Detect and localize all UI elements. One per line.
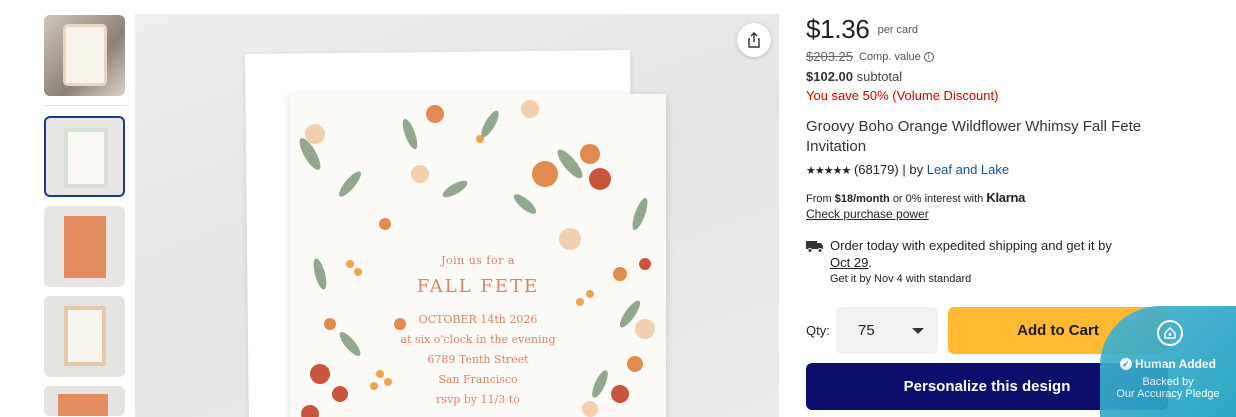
thumbnail-2[interactable] (44, 116, 125, 197)
savings-text: You save 50% (Volume Discount) (806, 88, 999, 103)
financing-amount: $18/month (834, 193, 890, 205)
invitation-card: Join us for a FALL FETE OCTOBER 14th 202… (290, 94, 666, 417)
thumbnail-strip (44, 15, 127, 417)
product-info: $1.36 per card $203.25 Comp. value i $10… (806, 14, 1226, 285)
rating-row: ★★★★★ (68179) | by Leaf and Lake (806, 162, 1226, 177)
invitation-line: 6789 Tenth Street (427, 353, 529, 366)
subtotal-price: $102.00 (806, 69, 853, 84)
comp-label: Comp. value (859, 50, 921, 63)
shipping-message: Order today with expedited shipping and … (830, 238, 1112, 253)
house-icon (1157, 320, 1183, 346)
qty-label: Qty: (806, 323, 830, 338)
by-label: | by (902, 162, 924, 177)
product-page: Join us for a FALL FETE OCTOBER 14th 202… (0, 0, 1236, 417)
quantity-row: Qty: 75 (806, 307, 938, 354)
share-button[interactable] (737, 23, 771, 57)
klarna-logo: Klarna (986, 190, 1026, 205)
shipping-period: . (868, 255, 872, 270)
thumbnail-5[interactable] (44, 386, 125, 416)
check-icon: ✓ (1120, 358, 1133, 370)
thumbnail-3[interactable] (44, 206, 125, 287)
accuracy-pledge-badge[interactable]: ✓ Human Added Backed by Our Accuracy Ple… (1100, 306, 1236, 417)
financing-middle: or 0% interest with (892, 193, 984, 205)
unit-price: $1.36 (806, 14, 870, 44)
seller-link[interactable]: Leaf and Lake (927, 162, 1009, 177)
thumbnail-4[interactable] (44, 296, 125, 377)
financing-prefix: From (806, 193, 832, 205)
quantity-select[interactable]: 75 (836, 307, 938, 354)
truck-icon (806, 241, 823, 253)
invitation-join: Join us for a (441, 254, 515, 267)
shipping-info: Order today with expedited shipping and … (830, 237, 1112, 285)
shipping-date-link[interactable]: Oct 29 (830, 255, 868, 270)
shipping-text: Order today with expedited shipping and … (830, 237, 1112, 271)
invitation-line: at six o'clock in the evening (400, 333, 556, 346)
price-row: $1.36 per card (806, 14, 1226, 45)
subtotal-row: $102.00 subtotal (806, 69, 1226, 84)
comp-price: $203.25 (806, 49, 853, 64)
financing-row: From $18/month or 0% interest with Klarn… (806, 190, 1226, 221)
shipping-row: Order today with expedited shipping and … (806, 237, 1226, 285)
subtotal-label: subtotal (856, 69, 903, 84)
invitation-line: San Francisco (438, 373, 518, 386)
invitation-line: rsvp by 11/3 to (436, 393, 520, 406)
quantity-value: 75 (858, 322, 875, 339)
share-icon (748, 32, 760, 48)
chevron-down-icon (912, 327, 924, 334)
badge-title: Human Added (1135, 357, 1216, 371)
product-title: Groovy Boho Orange Wildflower Whimsy Fal… (806, 118, 1142, 155)
invitation-text: Join us for a FALL FETE OCTOBER 14th 202… (360, 254, 596, 410)
badge-title-row: ✓ Human Added (1100, 357, 1236, 371)
check-purchase-power-link[interactable]: Check purchase power (806, 207, 1226, 221)
star-rating-icon[interactable]: ★★★★★ (806, 165, 851, 177)
thumbnail-divider (44, 105, 127, 106)
invitation-line: OCTOBER 14th 2026 (418, 313, 538, 326)
badge-subtitle: Backed by Our Accuracy Pledge (1100, 376, 1236, 400)
main-product-image[interactable]: Join us for a FALL FETE OCTOBER 14th 202… (135, 14, 779, 417)
badge-line-1: Backed by (1142, 376, 1194, 388)
per-card-label: per card (877, 24, 918, 36)
info-icon[interactable]: i (923, 51, 934, 62)
comp-value-row: $203.25 Comp. value i (806, 49, 1226, 64)
thumbnail-1[interactable] (44, 15, 125, 96)
standard-shipping-text: Get it by Nov 4 with standard (830, 273, 972, 285)
badge-line-2: Our Accuracy Pledge (1116, 388, 1220, 400)
invitation-title: FALL FETE (416, 276, 540, 297)
review-count[interactable]: (68179) (854, 162, 899, 177)
